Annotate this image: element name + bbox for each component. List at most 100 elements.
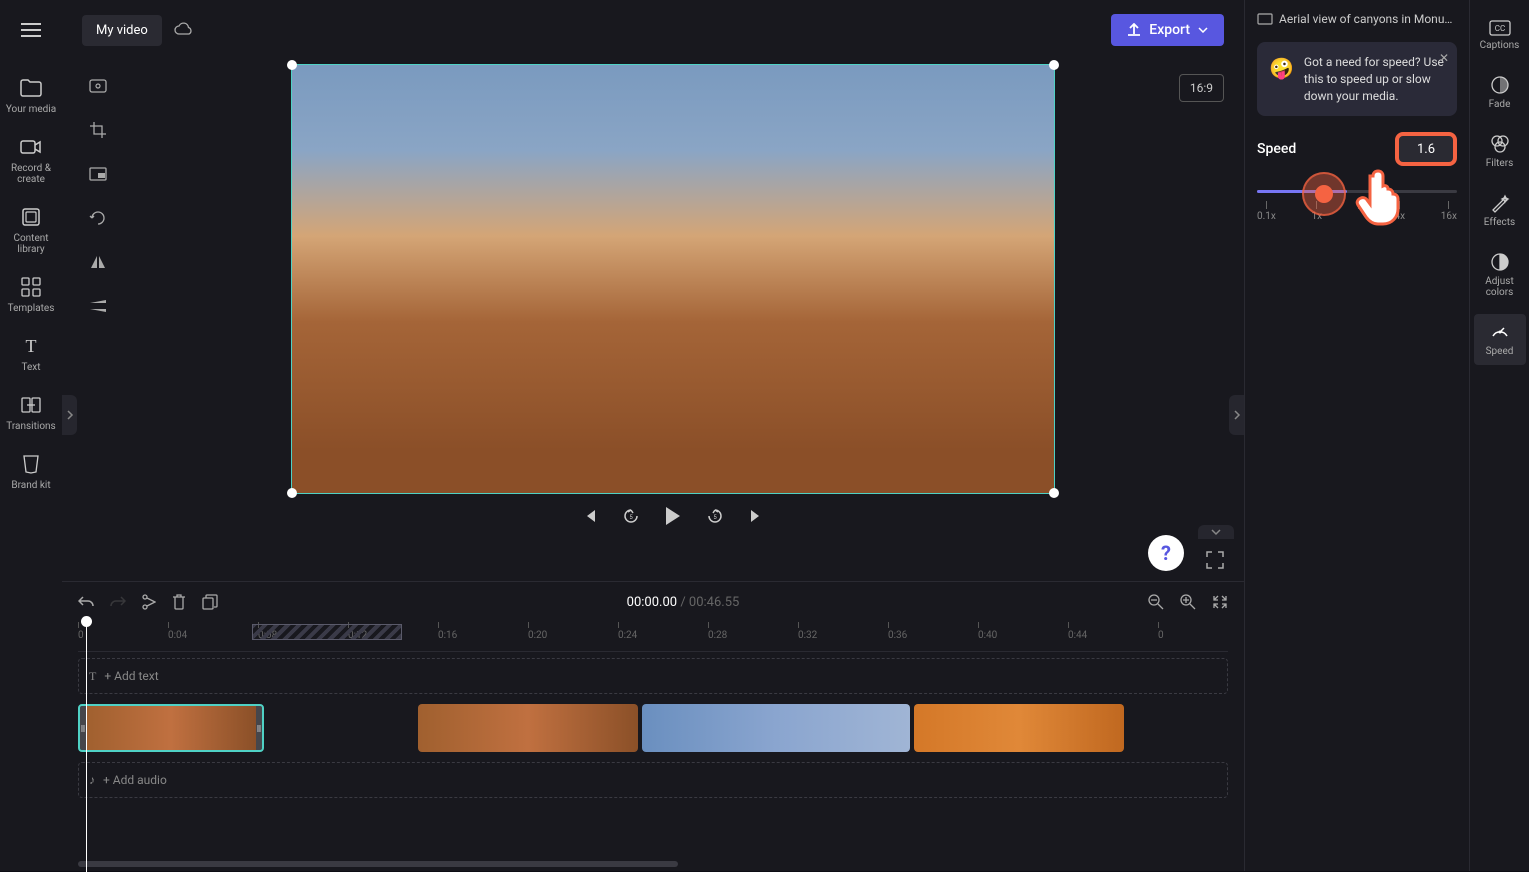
add-audio-label: + Add audio <box>103 773 167 787</box>
cloud-sync-icon[interactable] <box>174 22 194 38</box>
ruler-tick: 0:16 <box>438 622 457 641</box>
zoom-fit-button[interactable] <box>1212 594 1228 610</box>
main-content: My video Export <box>62 0 1244 871</box>
sidebar-item-brand-kit[interactable]: Brand kit <box>3 444 59 499</box>
undo-button[interactable] <box>78 595 94 609</box>
sidebar-label: Record & create <box>5 163 57 185</box>
video-clip[interactable]: || || <box>78 704 264 752</box>
menu-button[interactable] <box>13 12 49 48</box>
split-button[interactable] <box>142 594 156 610</box>
fullscreen-button[interactable] <box>1206 551 1224 569</box>
sidebar-item-your-media[interactable]: Your media <box>3 68 59 123</box>
templates-icon <box>19 275 43 299</box>
prev-button[interactable] <box>582 508 598 524</box>
right-item-speed[interactable]: Speed <box>1474 314 1526 365</box>
video-clip[interactable] <box>418 704 638 752</box>
video-clip[interactable] <box>914 704 1124 752</box>
forward-button[interactable]: 5 <box>706 507 724 525</box>
selection-handle[interactable] <box>287 488 297 498</box>
canvas-tools <box>82 60 122 581</box>
add-text-label: + Add text <box>104 669 158 683</box>
sidebar-item-templates[interactable]: Templates <box>3 267 59 322</box>
rewind-button[interactable]: 5 <box>622 507 640 525</box>
pip-tool[interactable] <box>82 158 114 190</box>
rotate-tool[interactable] <box>82 202 114 234</box>
sidebar-label: Templates <box>8 303 55 314</box>
ruler-tick: 0:44 <box>1068 622 1087 641</box>
export-button[interactable]: Export <box>1111 14 1224 46</box>
asset-name: Aerial view of canyons in Monu… <box>1257 12 1457 26</box>
right-item-adjust-colors[interactable]: Adjust colors <box>1474 244 1526 306</box>
camera-icon <box>19 135 43 159</box>
right-label: Captions <box>1480 40 1520 51</box>
fit-tool[interactable] <box>82 70 114 102</box>
ruler-tick: 0:32 <box>798 622 817 641</box>
preview-area: 16:9 5 5 ? <box>62 60 1244 581</box>
timeline-scrollbar[interactable] <box>78 861 678 867</box>
duplicate-button[interactable] <box>202 594 218 610</box>
panel-collapse-button[interactable] <box>1198 525 1234 539</box>
right-item-effects[interactable]: Effects <box>1474 185 1526 236</box>
sidebar-label: Text <box>21 362 40 373</box>
current-time: 00:00.00 <box>627 595 677 610</box>
sidebar-label: Content library <box>5 233 57 255</box>
aspect-ratio-button[interactable]: 16:9 <box>1179 74 1224 102</box>
playhead[interactable] <box>86 622 87 872</box>
effects-icon <box>1490 193 1510 213</box>
filters-icon <box>1490 134 1510 154</box>
zoom-out-button[interactable] <box>1148 594 1164 610</box>
ruler-tick: 0:28 <box>708 622 727 641</box>
sidebar-label: Your media <box>6 104 56 115</box>
tracks: T + Add text || || ♪ + Add audio <box>62 652 1244 857</box>
sidebar-item-content-library[interactable]: Content library <box>3 197 59 263</box>
timecode: 00:00.00 / 00:46.55 <box>234 595 1132 610</box>
right-item-captions[interactable]: CC Captions <box>1474 12 1526 59</box>
brand-icon <box>19 452 43 476</box>
fade-icon <box>1490 75 1510 95</box>
play-button[interactable] <box>664 506 682 526</box>
clip-handle[interactable]: || <box>256 706 262 750</box>
ruler-tick: 0:20 <box>528 622 547 641</box>
right-label: Fade <box>1489 99 1511 110</box>
properties-panel: Aerial view of canyons in Monu… 🤪 Got a … <box>1244 0 1469 871</box>
help-button[interactable]: ? <box>1148 535 1184 571</box>
selection-handle[interactable] <box>1049 60 1059 70</box>
flip-v-tool[interactable] <box>82 290 114 322</box>
delete-button[interactable] <box>172 594 186 610</box>
topbar: My video Export <box>62 0 1244 60</box>
text-track[interactable]: T + Add text <box>78 658 1228 694</box>
project-title-button[interactable]: My video <box>82 15 162 46</box>
speed-slider[interactable]: 0.1x1x4x16x <box>1257 190 1457 222</box>
redo-button[interactable] <box>110 595 126 609</box>
zoom-in-button[interactable] <box>1180 594 1196 610</box>
chevron-down-icon <box>1210 528 1222 536</box>
svg-text:5: 5 <box>629 514 633 521</box>
next-button[interactable] <box>748 508 764 524</box>
video-clip[interactable] <box>642 704 910 752</box>
timeline-ruler[interactable]: 00:040:080:120:160:200:240:280:320:360:4… <box>78 622 1228 652</box>
ruler-tick: 0:04 <box>168 622 187 641</box>
sidebar-item-transitions[interactable]: Transitions <box>3 385 59 440</box>
right-item-fade[interactable]: Fade <box>1474 67 1526 118</box>
audio-track[interactable]: ♪ + Add audio <box>78 762 1228 798</box>
selection-handle[interactable] <box>1049 488 1059 498</box>
flip-h-tool[interactable] <box>82 246 114 278</box>
right-item-filters[interactable]: Filters <box>1474 126 1526 177</box>
video-icon <box>1257 13 1273 25</box>
sidebar-item-record-create[interactable]: Record & create <box>3 127 59 193</box>
timeline-section: 00:00.00 / 00:46.55 00:040:080:120:160:2… <box>62 581 1244 871</box>
video-canvas[interactable] <box>291 64 1055 494</box>
sidebar-item-text[interactable]: T Text <box>3 326 59 381</box>
speed-label: Speed <box>1257 141 1296 157</box>
library-icon <box>19 205 43 229</box>
upload-icon <box>1127 23 1141 37</box>
sidebar-label: Brand kit <box>11 480 50 491</box>
crop-tool[interactable] <box>82 114 114 146</box>
selection-handle[interactable] <box>287 60 297 70</box>
selection-range[interactable] <box>252 624 402 640</box>
speed-tooltip: 🤪 Got a need for speed? Use this to spee… <box>1257 42 1457 116</box>
right-label: Speed <box>1486 346 1514 357</box>
folder-icon <box>19 76 43 100</box>
close-icon[interactable]: ✕ <box>1439 50 1449 67</box>
right-collapse-button[interactable] <box>1229 395 1244 435</box>
